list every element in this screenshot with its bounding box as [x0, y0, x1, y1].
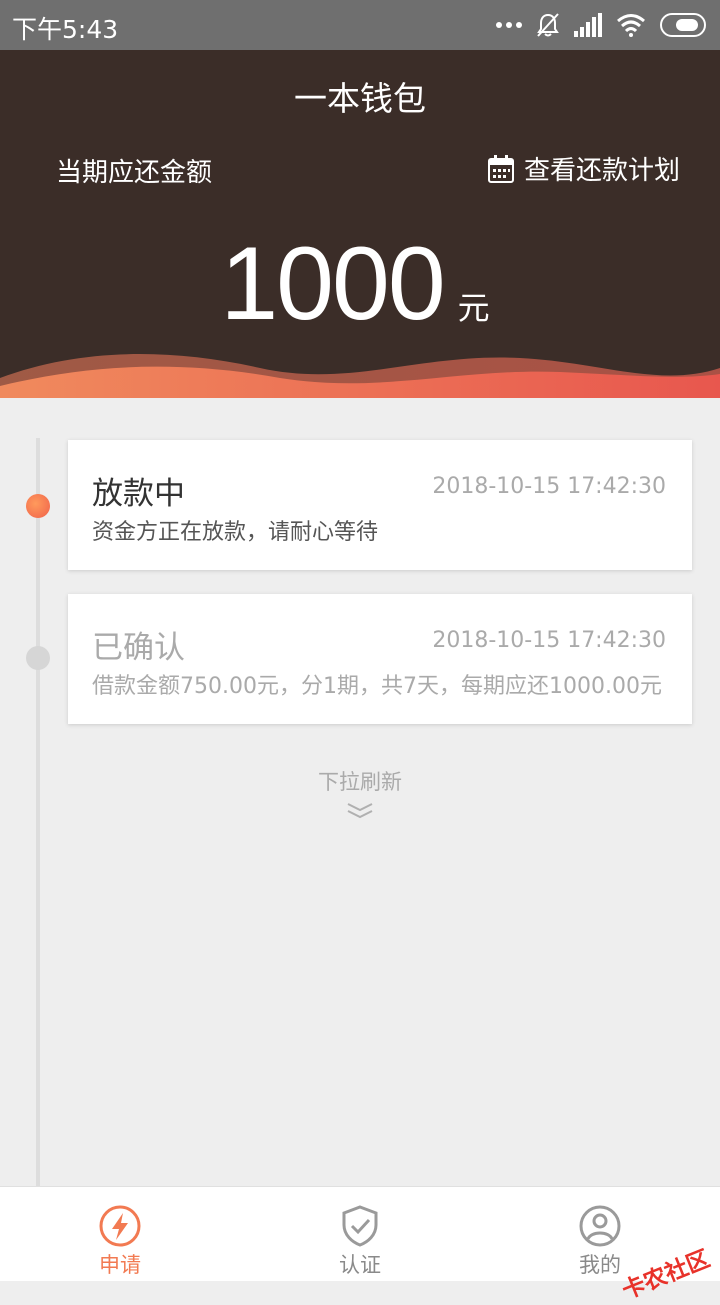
tab-label: 我的: [579, 1253, 621, 1277]
shield-check-icon: [342, 1205, 378, 1247]
bell-off-icon: [537, 13, 559, 37]
signal-icon: [574, 13, 602, 37]
app-title: 一本钱包: [294, 79, 426, 118]
header: 一本钱包 当期应还金额 查看还款计划 1000 元: [0, 50, 720, 398]
due-amount-value: 1000: [220, 226, 445, 342]
calendar-icon: [487, 154, 514, 183]
status-title: 已确认: [92, 630, 185, 666]
lightning-icon: [99, 1205, 141, 1247]
pull-to-refresh-hint: 下拉刷新: [318, 770, 402, 794]
bottom-tab-bar: 申请 认证 我的 卡农社区: [0, 1186, 720, 1305]
status-title: 放款中: [92, 476, 185, 512]
user-icon: [579, 1205, 621, 1247]
tab-verify[interactable]: 认证: [240, 1187, 480, 1281]
timeline-line: [36, 438, 40, 1186]
status-icons: [496, 12, 708, 38]
due-amount-unit: 元: [457, 289, 490, 327]
status-time: 下午5:43: [12, 15, 119, 44]
timeline-dot-done: [26, 646, 50, 670]
due-amount: 1000 元: [0, 232, 720, 336]
status-bar: 下午5:43: [0, 0, 720, 50]
tab-label: 认证: [339, 1253, 381, 1277]
wifi-icon: [617, 14, 645, 37]
timeline-dot-active: [26, 494, 50, 518]
status-card-disbursing[interactable]: 放款中 2018-10-15 17:42:30 资金方正在放款，请耐心等待: [68, 440, 692, 570]
status-card-confirmed[interactable]: 已确认 2018-10-15 17:42:30 借款金额750.00元，分1期，…: [68, 594, 692, 724]
repayment-plan-link[interactable]: 查看还款计划: [487, 150, 680, 187]
status-time: 2018-10-15 17:42:30: [432, 474, 666, 499]
more-dots-icon: [496, 22, 522, 28]
double-chevron-down-icon: [347, 803, 373, 819]
header-wave-decoration: [0, 354, 720, 398]
status-desc: 借款金额750.00元，分1期，共7天，每期应还1000.00元: [92, 674, 662, 699]
due-amount-label: 当期应还金额: [56, 158, 213, 188]
status-time: 2018-10-15 17:42:30: [432, 628, 666, 653]
battery-icon: [660, 13, 706, 37]
status-desc: 资金方正在放款，请耐心等待: [92, 520, 379, 545]
tab-label: 申请: [99, 1253, 141, 1277]
repayment-plan-label: 查看还款计划: [523, 156, 680, 186]
tab-apply[interactable]: 申请: [0, 1187, 240, 1281]
